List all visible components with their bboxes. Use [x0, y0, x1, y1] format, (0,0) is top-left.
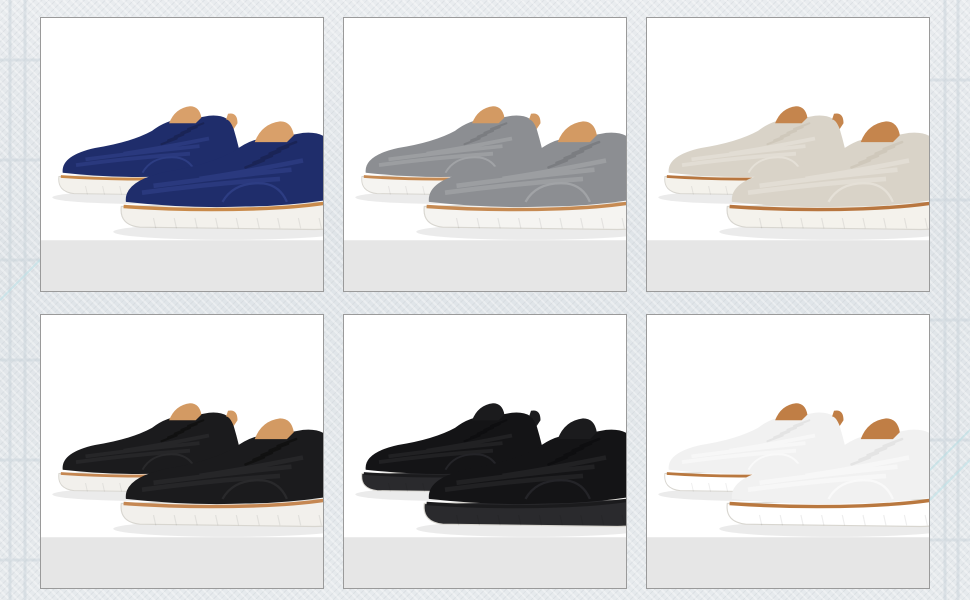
product-photo-navy	[41, 18, 323, 240]
product-photo-black	[41, 315, 323, 537]
product-photo-white	[647, 315, 929, 537]
tongue-tab	[254, 121, 294, 143]
sneaker-pair-image	[52, 403, 323, 537]
tongue-tab	[557, 418, 597, 440]
tongue-tab	[775, 106, 808, 124]
product-card-gray[interactable]	[343, 17, 627, 292]
product-photo-beige	[647, 18, 929, 240]
tongue-tab	[169, 403, 202, 421]
tongue-tab	[472, 403, 505, 421]
tongue-tab	[557, 121, 597, 143]
product-card-beige[interactable]	[646, 17, 930, 292]
product-card-navy[interactable]	[40, 17, 324, 292]
product-photo-gray	[344, 18, 626, 240]
product-card-footer	[344, 240, 626, 291]
sneaker-pair-image	[658, 106, 929, 240]
product-card-footer	[647, 537, 929, 588]
product-card-footer	[41, 537, 323, 588]
sneaker-pair-image	[658, 403, 929, 537]
sneaker-pair-image	[52, 106, 323, 240]
product-card-footer	[344, 537, 626, 588]
product-card-white[interactable]	[646, 314, 930, 589]
tongue-tab	[775, 403, 808, 421]
tongue-tab	[169, 106, 202, 124]
sneaker-pair-image	[355, 403, 626, 537]
tongue-tab	[860, 418, 900, 440]
tongue-tab	[472, 106, 505, 124]
product-photo-all-black	[344, 315, 626, 537]
sneaker-pair-image	[355, 106, 626, 240]
product-card-footer	[41, 240, 323, 291]
product-card-black[interactable]	[40, 314, 324, 589]
tongue-tab	[860, 121, 900, 143]
tongue-tab	[254, 418, 294, 440]
product-card-footer	[647, 240, 929, 291]
product-card-all-black[interactable]	[343, 314, 627, 589]
